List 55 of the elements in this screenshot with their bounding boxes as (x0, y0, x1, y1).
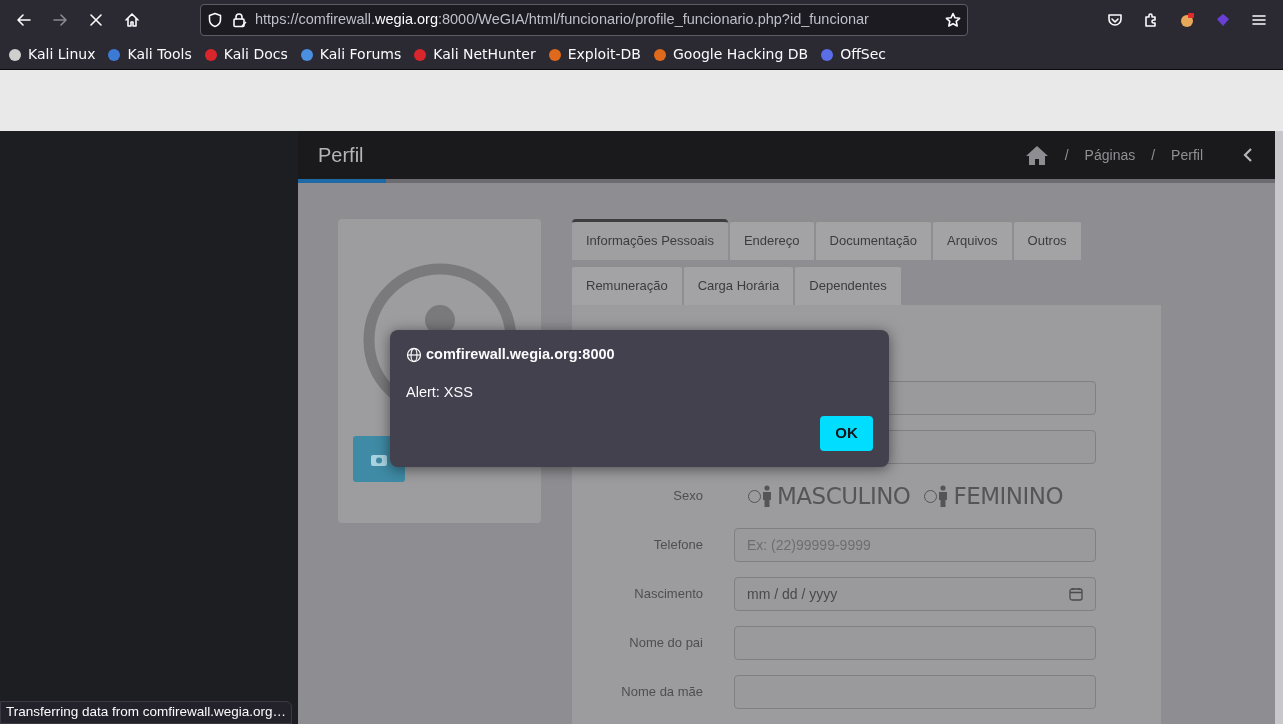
status-text: Transferring data from comfirewall.wegia.org… (0, 701, 293, 724)
forward-icon (52, 12, 68, 28)
date-field[interactable]: mm / dd / yyyy (734, 577, 1096, 611)
bookmark-link[interactable]: Kali Tools (125, 44, 194, 65)
extensions-icon (1143, 12, 1159, 28)
scrollbar[interactable] (1275, 131, 1283, 724)
cube-icon (1215, 12, 1231, 28)
home-icon[interactable] (1024, 144, 1049, 166)
profile-icon (1179, 12, 1195, 28)
bookmark-link[interactable]: Exploit-DB (565, 44, 643, 65)
address-field[interactable]: https://comfirewall.wegia.org:8000/WeGIA/html/funcionario/profile_funcionario.php?id_funcionar (200, 4, 968, 36)
bookmark-link[interactable]: Kali Forums (317, 44, 404, 65)
stop-icon (88, 12, 104, 28)
breadcrumb-item[interactable]: Perfil (1171, 144, 1203, 166)
bookmark-link[interactable]: Google Hacking DB (671, 44, 811, 65)
back-icon (16, 12, 32, 28)
shield-icon (207, 12, 223, 28)
field-label: Nome da mãe (620, 683, 703, 702)
calendar-icon (1069, 587, 1083, 601)
text-field[interactable] (734, 675, 1096, 709)
tab[interactable]: Outros (1013, 219, 1081, 260)
page-title: Perfil (318, 143, 364, 168)
lock-icon (231, 12, 247, 28)
field-label: Telefone (652, 536, 703, 555)
pocket-icon (1107, 12, 1123, 28)
tab[interactable]: Carga Horária (683, 264, 794, 305)
bookmark-link[interactable]: Kali Docs (221, 44, 290, 65)
field-label: Nascimento (633, 585, 703, 604)
tab[interactable]: Remuneração (572, 264, 682, 305)
field-label: Sexo (672, 487, 703, 506)
collapse-icon[interactable] (1241, 147, 1255, 163)
home-icon (124, 12, 140, 28)
globe-icon (406, 346, 422, 363)
breadcrumb-separator: / (1151, 145, 1156, 165)
tab[interactable]: Endereço (729, 219, 814, 260)
bookmark-link[interactable]: OffSec (838, 44, 889, 65)
person-icon (937, 485, 950, 507)
bookmark-link[interactable]: Kali NetHunter (431, 44, 538, 65)
field-label: Nome do pai (628, 634, 703, 653)
text-field[interactable] (734, 626, 1096, 660)
radio-label: MASCULINO (777, 481, 911, 511)
dialog-message: Alert: XSS (406, 382, 474, 402)
radio-label: FEMININO (953, 481, 1064, 511)
breadcrumb-item[interactable]: Páginas (1084, 144, 1136, 166)
tab[interactable]: Arquivos (933, 219, 1012, 260)
ok-button[interactable]: OK (820, 416, 873, 451)
person-icon (761, 485, 773, 507)
tab[interactable]: Informações Pessoais (572, 219, 728, 260)
menu-icon (1251, 12, 1267, 28)
breadcrumb-separator: / (1064, 145, 1069, 165)
dialog-title: comfirewall.wegia.org:8000 (426, 345, 615, 364)
tab[interactable]: Documentação (815, 219, 931, 260)
star-icon (945, 12, 961, 28)
tab[interactable]: Dependentes (795, 264, 901, 305)
bookmark-link[interactable]: Kali Linux (26, 44, 98, 65)
